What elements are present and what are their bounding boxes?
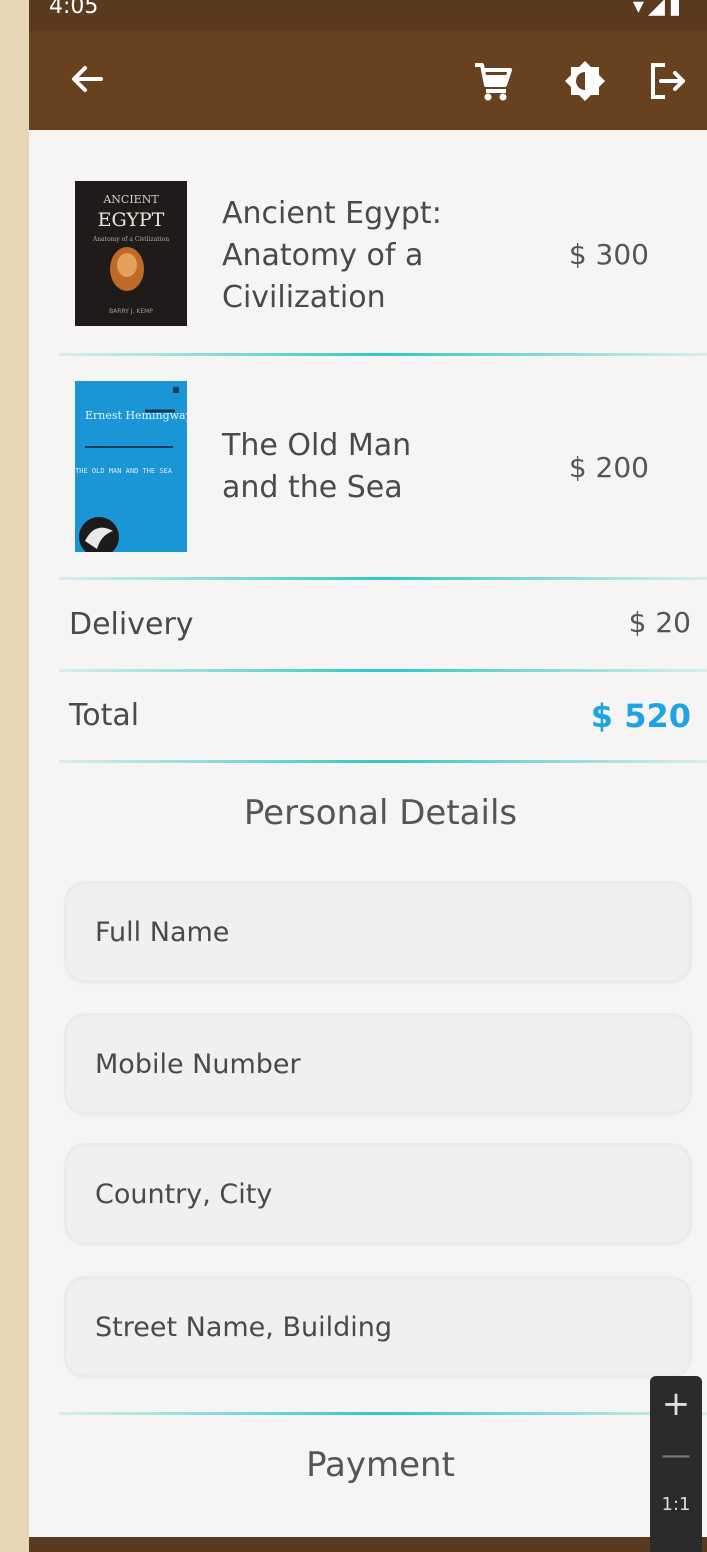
street-building-field[interactable] (67, 1279, 689, 1375)
cover-title-text: THE OLD MAN AND THE SEA (75, 467, 173, 475)
status-time: 4:05 (49, 0, 99, 19)
theme-toggle-button[interactable] (563, 59, 607, 103)
book-title-line: The Old Man (222, 428, 412, 463)
book-title: The Old Man and the Sea (222, 425, 552, 509)
mobile-number-field[interactable] (67, 1016, 689, 1112)
app-bar (29, 31, 707, 130)
full-name-field[interactable] (67, 884, 689, 980)
brightness-icon (565, 61, 605, 101)
arrow-left-icon (72, 66, 103, 92)
cover-top-text: ANCIENT (102, 193, 159, 206)
cart-button[interactable] (471, 59, 515, 103)
book-title-line: and the Sea (222, 470, 403, 505)
book-title: Ancient Egypt: Anatomy of a Civilization (222, 193, 552, 319)
book-cover-image: ANCIENT EGYPT Anatomy of a Civilization … (75, 181, 187, 326)
cover-main-text: EGYPT (98, 209, 165, 231)
logout-icon (651, 63, 685, 99)
divider (59, 760, 707, 763)
country-city-field[interactable] (67, 1146, 689, 1242)
cover-sub-text: Anatomy of a Civilization (92, 236, 169, 243)
total-label: Total (69, 698, 140, 733)
status-bar: 4:05 ▾◢▮ (29, 0, 707, 31)
cart-icon (475, 63, 512, 101)
book-price: $ 200 (568, 451, 649, 484)
cover-author-text: BARRY J. KEMP (109, 308, 153, 315)
divider (59, 353, 707, 356)
back-button[interactable] (67, 59, 107, 99)
phone-screen: 4:05 ▾◢▮ ANCIENT EGYPT Anatomy of a Civi… (29, 0, 707, 1552)
status-icons: ▾◢▮ (632, 0, 685, 19)
zoom-reset-button[interactable]: 1:1 (650, 1494, 702, 1515)
full-name-input[interactable] (67, 884, 689, 980)
logout-button[interactable] (645, 59, 689, 103)
book-title-line: Anatomy of a (222, 238, 424, 273)
book-cover-image: Ernest Hemingway THE OLD MAN AND THE SEA (75, 381, 187, 552)
book-title-line: Ancient Egypt: (222, 196, 442, 231)
divider (59, 1412, 707, 1415)
bottom-bar (29, 1537, 707, 1552)
country-city-input[interactable] (67, 1146, 689, 1242)
zoom-out-button[interactable]: — (650, 1438, 702, 1473)
payment-title: Payment (306, 1445, 455, 1485)
total-value: $ 520 (590, 697, 691, 735)
personal-details-title: Personal Details (243, 793, 518, 833)
book-price: $ 300 (568, 238, 649, 271)
divider (59, 669, 707, 672)
zoom-control: + — 1:1 (650, 1376, 702, 1552)
delivery-value: $ 20 (628, 606, 691, 639)
book-title-line: Civilization (222, 280, 386, 315)
mobile-number-input[interactable] (67, 1016, 689, 1112)
delivery-label: Delivery (69, 607, 194, 642)
divider (59, 577, 707, 580)
street-building-input[interactable] (67, 1279, 689, 1375)
zoom-in-button[interactable]: + (650, 1384, 702, 1424)
